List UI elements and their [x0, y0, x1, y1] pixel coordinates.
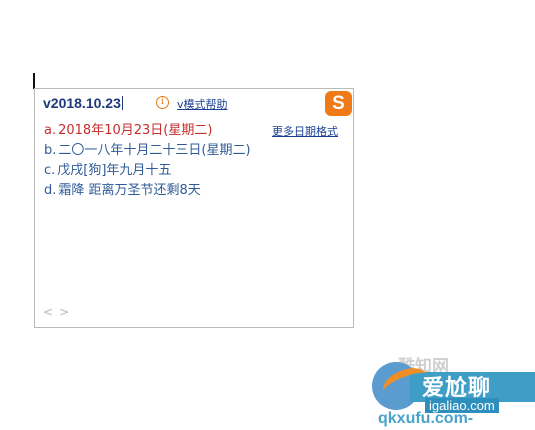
screen: v2018.10.23 i v模式帮助 S a. 2018年10月23日(星期二)… [0, 0, 535, 430]
v-mode-help-link[interactable]: v模式帮助 [177, 96, 228, 112]
more-date-formats-link[interactable]: 更多日期格式 [272, 123, 338, 139]
candidate-index: d. [44, 183, 57, 198]
sogou-logo-icon[interactable]: S [325, 91, 352, 116]
candidate-item[interactable]: a. 2018年10月23日(星期二) [44, 121, 251, 141]
candidate-index: b. [44, 143, 57, 158]
document-text-cursor [33, 73, 35, 89]
prev-page-icon[interactable]: < [43, 305, 53, 319]
composition-input[interactable]: v2018.10.23 [43, 95, 123, 111]
candidate-list: a. 2018年10月23日(星期二) b. 二〇一八年十月二十三日(星期二) c.… [44, 121, 251, 201]
site-watermark: 酷知网 爱尬聊 igaliao.com qkxufu.com- [372, 352, 535, 430]
candidate-text: 二〇一八年十月二十三日(星期二) [58, 143, 251, 158]
candidate-text: 霜降 距离万圣节还剩8天 [58, 183, 201, 198]
candidate-item[interactable]: c. 戊戌[狗]年九月十五 [44, 161, 251, 181]
ime-candidate-panel: v2018.10.23 i v模式帮助 S a. 2018年10月23日(星期二)… [34, 88, 354, 328]
candidate-text: 戊戌[狗]年九月十五 [57, 163, 172, 178]
candidate-item[interactable]: b. 二〇一八年十月二十三日(星期二) [44, 141, 251, 161]
candidate-index: a. [44, 123, 57, 138]
info-circle-icon[interactable]: i [156, 96, 169, 109]
candidate-text: 2018年10月23日(星期二) [58, 123, 213, 138]
ime-header: v2018.10.23 i v模式帮助 S [35, 89, 353, 117]
pager: < > [43, 305, 75, 319]
candidate-item[interactable]: d. 霜降 距离万圣节还剩8天 [44, 181, 251, 201]
next-page-icon[interactable]: > [59, 305, 69, 319]
composition-text: v2018.10.23 [43, 95, 121, 111]
composition-caret [121, 96, 123, 110]
watermark-url: qkxufu.com- [378, 410, 474, 427]
candidate-index: c. [44, 163, 56, 178]
